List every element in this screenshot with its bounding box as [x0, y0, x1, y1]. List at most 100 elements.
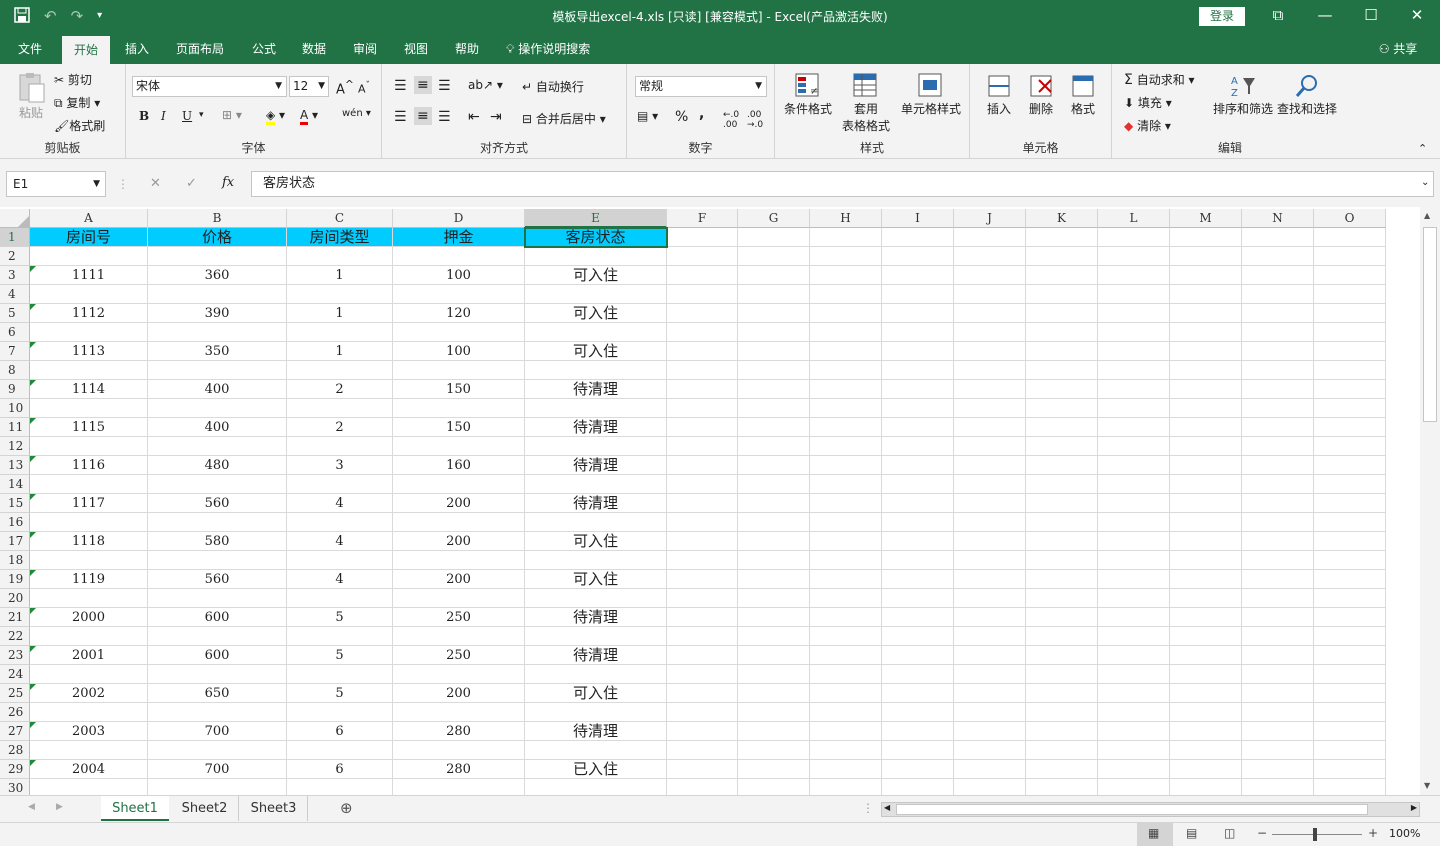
paste-button[interactable]: 粘贴	[14, 72, 48, 121]
row-header-7[interactable]: 7	[0, 342, 30, 361]
cancel-icon[interactable]: ✕	[150, 176, 161, 191]
cell-c16[interactable]	[287, 513, 393, 532]
cell-h28[interactable]	[810, 741, 882, 760]
tell-me-search[interactable]: 💡︎ 操作说明搜索	[506, 34, 616, 64]
cell-k24[interactable]	[1026, 665, 1098, 684]
cell-m26[interactable]	[1170, 703, 1242, 722]
cell-e18[interactable]	[525, 551, 667, 570]
cell-i6[interactable]	[882, 323, 954, 342]
cell-o15[interactable]	[1314, 494, 1386, 513]
cell-f24[interactable]	[667, 665, 738, 684]
cell-f21[interactable]	[667, 608, 738, 627]
cell-d18[interactable]	[393, 551, 525, 570]
insert-cells-button[interactable]: 插入	[982, 72, 1016, 117]
cell-h26[interactable]	[810, 703, 882, 722]
cell-h13[interactable]	[810, 456, 882, 475]
cell-j21[interactable]	[954, 608, 1026, 627]
sheet-tab-2[interactable]: Sheet2	[171, 796, 239, 821]
cell-d29[interactable]: 280	[393, 760, 525, 779]
cell-m6[interactable]	[1170, 323, 1242, 342]
cell-a24[interactable]	[30, 665, 148, 684]
cell-o25[interactable]	[1314, 684, 1386, 703]
cell-a28[interactable]	[30, 741, 148, 760]
maximize-icon[interactable]: ☐	[1361, 6, 1381, 24]
column-header-e[interactable]: E	[525, 209, 667, 228]
cell-a21[interactable]: 2000	[30, 608, 148, 627]
cell-j28[interactable]	[954, 741, 1026, 760]
cell-i30[interactable]	[882, 779, 954, 795]
cell-g28[interactable]	[738, 741, 810, 760]
cell-c15[interactable]: 4	[287, 494, 393, 513]
cell-k21[interactable]	[1026, 608, 1098, 627]
cell-g18[interactable]	[738, 551, 810, 570]
row-header-10[interactable]: 10	[0, 399, 30, 418]
cell-b25[interactable]: 650	[148, 684, 287, 703]
cell-f12[interactable]	[667, 437, 738, 456]
cell-j8[interactable]	[954, 361, 1026, 380]
cell-o7[interactable]	[1314, 342, 1386, 361]
cell-d10[interactable]	[393, 399, 525, 418]
cell-d25[interactable]: 200	[393, 684, 525, 703]
cell-n17[interactable]	[1242, 532, 1314, 551]
orientation-icon[interactable]: ab↗ ▾	[468, 78, 503, 92]
cell-b20[interactable]	[148, 589, 287, 608]
cell-h24[interactable]	[810, 665, 882, 684]
cell-e29[interactable]: 已入住	[525, 760, 667, 779]
cell-e15[interactable]: 待清理	[525, 494, 667, 513]
cell-d11[interactable]: 150	[393, 418, 525, 437]
cell-i8[interactable]	[882, 361, 954, 380]
cell-l23[interactable]	[1098, 646, 1170, 665]
cell-g16[interactable]	[738, 513, 810, 532]
align-top-icon[interactable]: ☰	[394, 78, 407, 94]
cell-l4[interactable]	[1098, 285, 1170, 304]
cell-c4[interactable]	[287, 285, 393, 304]
cell-j3[interactable]	[954, 266, 1026, 285]
cell-b30[interactable]	[148, 779, 287, 795]
merge-center-button[interactable]: ⊟ 合并后居中 ▾	[522, 110, 606, 127]
cell-n8[interactable]	[1242, 361, 1314, 380]
cell-e17[interactable]: 可入住	[525, 532, 667, 551]
cell-h10[interactable]	[810, 399, 882, 418]
cell-n30[interactable]	[1242, 779, 1314, 795]
name-box[interactable]: E1 ▼	[6, 171, 106, 197]
cell-k16[interactable]	[1026, 513, 1098, 532]
copy-button[interactable]: ⧉ 复制 ▾	[54, 94, 100, 111]
cell-o23[interactable]	[1314, 646, 1386, 665]
align-right-icon[interactable]: ☰	[438, 109, 451, 125]
cell-i29[interactable]	[882, 760, 954, 779]
row-header-3[interactable]: 3	[0, 266, 30, 285]
cell-n4[interactable]	[1242, 285, 1314, 304]
cell-k13[interactable]	[1026, 456, 1098, 475]
cell-i16[interactable]	[882, 513, 954, 532]
cell-g4[interactable]	[738, 285, 810, 304]
cell-b22[interactable]	[148, 627, 287, 646]
row-header-24[interactable]: 24	[0, 665, 30, 684]
cell-f7[interactable]	[667, 342, 738, 361]
cell-g8[interactable]	[738, 361, 810, 380]
clear-button[interactable]: ◆ 清除 ▾	[1124, 117, 1171, 134]
cell-o8[interactable]	[1314, 361, 1386, 380]
cell-m10[interactable]	[1170, 399, 1242, 418]
tab-page-layout[interactable]: 页面布局	[170, 34, 230, 64]
cell-h5[interactable]	[810, 304, 882, 323]
delete-cells-button[interactable]: 删除	[1024, 72, 1058, 117]
cell-a30[interactable]	[30, 779, 148, 795]
cell-styles-button[interactable]: 单元格样式	[899, 72, 963, 117]
cell-g11[interactable]	[738, 418, 810, 437]
cell-g13[interactable]	[738, 456, 810, 475]
cell-l10[interactable]	[1098, 399, 1170, 418]
cell-i27[interactable]	[882, 722, 954, 741]
cell-m15[interactable]	[1170, 494, 1242, 513]
cell-i24[interactable]	[882, 665, 954, 684]
cell-e3[interactable]: 可入住	[525, 266, 667, 285]
cell-g29[interactable]	[738, 760, 810, 779]
cell-j14[interactable]	[954, 475, 1026, 494]
page-layout-view-icon[interactable]: ▤	[1186, 826, 1197, 840]
cell-h2[interactable]	[810, 247, 882, 266]
cell-b11[interactable]: 400	[148, 418, 287, 437]
cell-m20[interactable]	[1170, 589, 1242, 608]
cell-b9[interactable]: 400	[148, 380, 287, 399]
cell-d3[interactable]: 100	[393, 266, 525, 285]
add-sheet-icon[interactable]: ⊕	[340, 799, 353, 817]
row-header-17[interactable]: 17	[0, 532, 30, 551]
